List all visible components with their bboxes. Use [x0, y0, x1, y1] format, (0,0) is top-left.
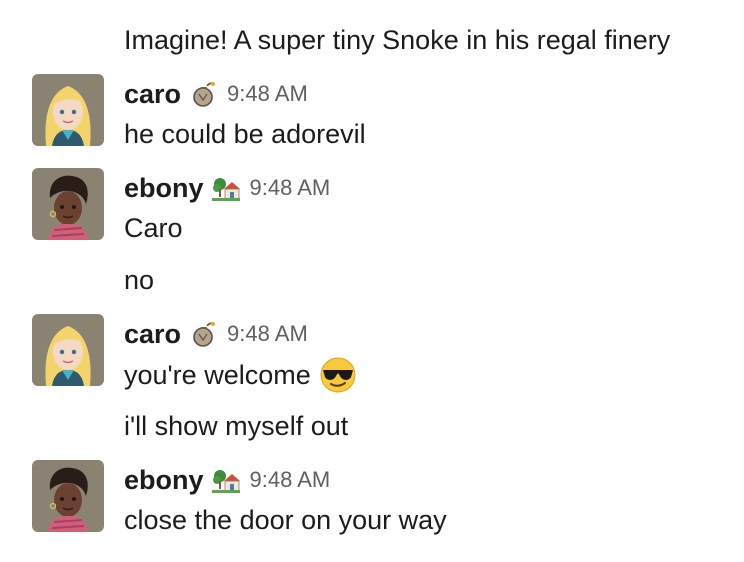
- avatar-ebony[interactable]: [32, 460, 104, 532]
- avatar-caro[interactable]: [32, 74, 104, 146]
- message-header: caro 9:48 AM: [124, 78, 308, 110]
- message-header: ebony 9:48 AM: [124, 464, 330, 496]
- message-text: close the door on your way: [124, 505, 447, 535]
- message-timestamp[interactable]: 9:48 AM: [227, 81, 308, 107]
- author-name[interactable]: caro: [124, 79, 181, 110]
- message-text: you're welcome: [124, 360, 311, 391]
- message-text: no: [124, 265, 155, 295]
- author-name[interactable]: ebony: [124, 173, 204, 204]
- message-text: i'll show myself out: [124, 411, 349, 441]
- message-timestamp[interactable]: 9:48 AM: [250, 467, 331, 493]
- avatar-caro[interactable]: [32, 314, 104, 386]
- message-header: ebony 9:48 AM: [124, 172, 330, 204]
- message-text: Caro: [124, 213, 183, 243]
- avatar-ebony[interactable]: [32, 168, 104, 240]
- house-with-garden-icon: [211, 178, 240, 201]
- message-line: you're welcome: [124, 357, 357, 396]
- message-list: Imagine! A super tiny Snoke in his regal…: [0, 0, 744, 562]
- author-name[interactable]: caro: [124, 319, 181, 350]
- message-header: caro 9:48 AM: [124, 318, 308, 350]
- message-text: he could be adorevil: [124, 119, 366, 149]
- author-name[interactable]: ebony: [124, 465, 204, 496]
- message-timestamp[interactable]: 9:48 AM: [227, 321, 308, 347]
- message-timestamp[interactable]: 9:48 AM: [250, 175, 331, 201]
- bomb-icon: [193, 82, 216, 107]
- sunglasses-face-icon: [320, 357, 356, 393]
- house-with-garden-icon: [211, 470, 240, 493]
- bomb-icon: [193, 322, 216, 347]
- message-text: Imagine! A super tiny Snoke in his regal…: [124, 25, 671, 55]
